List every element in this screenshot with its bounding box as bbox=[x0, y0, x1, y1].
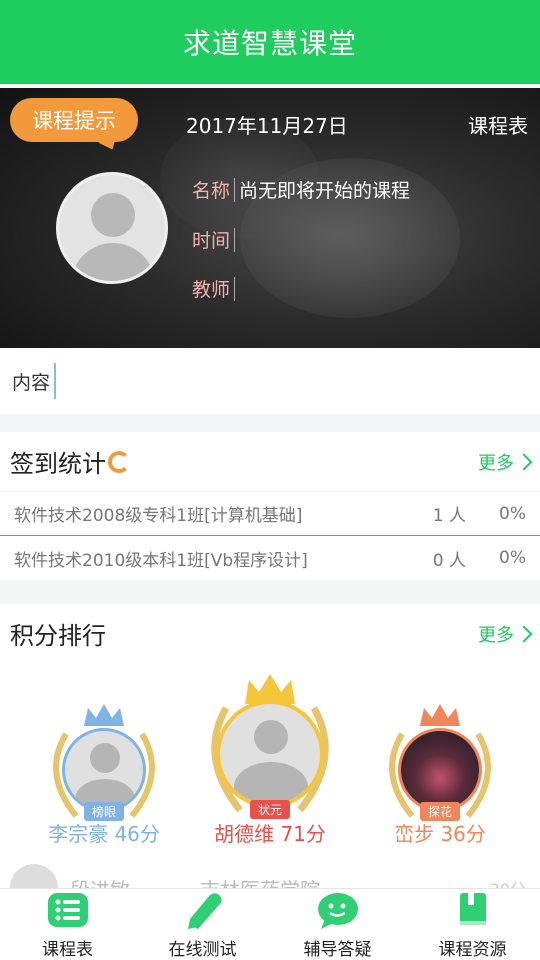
signin-row-count: 1 人 bbox=[432, 506, 466, 526]
nav-tutoring[interactable]: 辅导答疑 bbox=[270, 889, 405, 960]
signin-row-percent: 0% bbox=[499, 548, 526, 568]
chevron-right-icon bbox=[515, 625, 533, 643]
rank-second-avatar bbox=[62, 728, 146, 812]
chevron-right-icon bbox=[515, 453, 533, 471]
app-bar: 求道智慧课堂 bbox=[0, 0, 540, 84]
pencil-icon bbox=[187, 893, 222, 929]
ranking-row-school: 吉林医药学院 bbox=[200, 874, 320, 888]
ranking-list-row[interactable]: 段进敏 吉林医药学院 30分 bbox=[0, 852, 540, 888]
signin-title: 签到统计 bbox=[10, 450, 106, 478]
course-banner: 课程提示 2017年11月27日 课程表 名称 尚无即将开始的课程 时间 教师 bbox=[0, 88, 540, 348]
ranking-row-name: 段进敏 bbox=[70, 874, 130, 888]
signin-row-percent: 0% bbox=[499, 503, 526, 524]
ranking-podium: 榜眼 李宗豪 46分 状元 胡德维 71分 探花 峦步 36分 bbox=[0, 662, 540, 852]
course-name-value: 尚无即将开始的课程 bbox=[239, 180, 411, 202]
schedule-link[interactable]: 课程表 bbox=[468, 110, 528, 139]
rank-first-avatar bbox=[216, 700, 324, 808]
content-divider bbox=[54, 363, 57, 399]
app-screen: 求道智慧课堂 课程提示 2017年11月27日 课程表 名称 尚无即将开始的课程… bbox=[0, 0, 540, 960]
signin-row-count: 0 人 bbox=[432, 550, 466, 571]
course-name-label: 名称 bbox=[192, 180, 231, 202]
course-name-row: 名称 尚无即将开始的课程 bbox=[192, 176, 410, 203]
signin-section: 签到统计 更多 软件技术2008级专科1班[计算机基础] 1 人 0% 软件技术… bbox=[0, 432, 540, 580]
nav-resources-label: 课程资源 bbox=[438, 940, 507, 960]
signin-row[interactable]: 软件技术2008级专科1班[计算机基础] 1 人 0% bbox=[0, 492, 540, 536]
content-label: 内容 bbox=[12, 371, 51, 394]
rank-second[interactable]: 榜眼 李宗豪 46分 bbox=[44, 702, 164, 846]
signin-row[interactable]: 软件技术2010级本科1班[Vb程序设计] 0 人 0% bbox=[0, 536, 540, 580]
rank-third-avatar bbox=[398, 728, 482, 812]
nav-tutoring-label: 辅导答疑 bbox=[303, 940, 372, 960]
chat-icon bbox=[317, 893, 358, 929]
nav-online-test[interactable]: 在线测试 bbox=[135, 889, 270, 960]
nav-schedule-label: 课程表 bbox=[42, 940, 93, 960]
signin-more-label: 更多 bbox=[478, 453, 514, 474]
course-time-row: 时间 bbox=[192, 226, 239, 253]
course-tip-badge: 课程提示 bbox=[10, 98, 138, 142]
rank-second-name: 李宗豪 46分 bbox=[48, 822, 160, 846]
banner-date: 2017年11月27日 bbox=[186, 114, 348, 138]
rank-first[interactable]: 状元 胡德维 71分 bbox=[200, 672, 340, 846]
teacher-avatar bbox=[56, 172, 168, 284]
nav-online-test-label: 在线测试 bbox=[168, 940, 237, 960]
ranking-header: 积分排行 更多 bbox=[0, 604, 540, 664]
ranking-section: 积分排行 更多 bbox=[0, 604, 540, 664]
course-teacher-label: 教师 bbox=[192, 279, 231, 301]
rank-third[interactable]: 探花 峦步 36分 bbox=[380, 702, 500, 846]
app-title: 求道智慧课堂 bbox=[182, 27, 357, 60]
content-field[interactable]: 内容 bbox=[0, 348, 540, 414]
rank-first-name: 胡德维 71分 bbox=[214, 822, 326, 846]
ranking-more-link[interactable]: 更多 bbox=[478, 604, 533, 664]
ranking-more-label: 更多 bbox=[478, 625, 514, 646]
bottom-nav: 课程表 在线测试 辅导答疑 课程资源 bbox=[0, 888, 540, 960]
signin-row-class: 软件技术2010级本科1班[Vb程序设计] bbox=[14, 550, 308, 571]
avatar bbox=[10, 864, 58, 888]
list-icon bbox=[47, 893, 88, 927]
rank-third-name: 峦步 36分 bbox=[394, 822, 486, 846]
signin-row-class: 软件技术2008级专科1班[计算机基础] bbox=[14, 506, 303, 526]
rank-first-tag: 状元 bbox=[249, 800, 291, 819]
ranking-row-score: 30分 bbox=[490, 876, 526, 888]
nav-resources[interactable]: 课程资源 bbox=[405, 889, 540, 960]
course-time-label: 时间 bbox=[192, 230, 231, 252]
book-icon bbox=[459, 893, 486, 925]
course-teacher-row: 教师 bbox=[192, 275, 239, 302]
ranking-title: 积分排行 bbox=[10, 622, 106, 650]
signin-header: 签到统计 更多 bbox=[0, 432, 540, 492]
signin-more-link[interactable]: 更多 bbox=[478, 432, 533, 492]
refresh-icon[interactable] bbox=[108, 450, 130, 473]
nav-schedule[interactable]: 课程表 bbox=[0, 889, 135, 960]
